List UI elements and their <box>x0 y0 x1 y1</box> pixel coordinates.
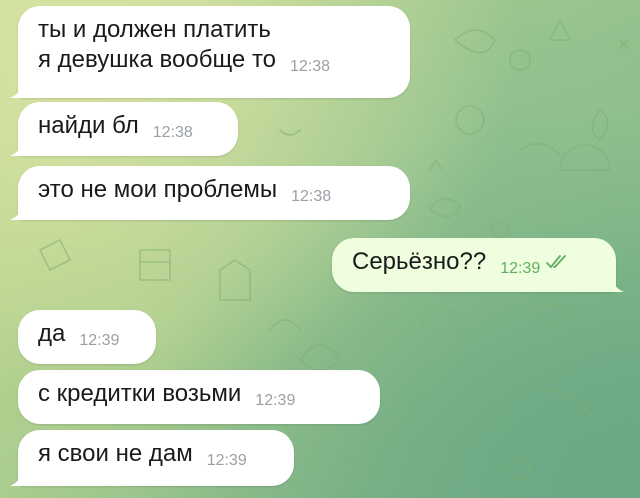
message-text: найди бл <box>38 112 139 139</box>
incoming-message[interactable]: найди бл 12:38 <box>10 102 238 156</box>
message-text: ты и должен платить я девушка вообще то <box>38 16 277 73</box>
message-time: 12:38 <box>290 58 331 75</box>
message-text: это не мои проблемы <box>38 176 278 203</box>
incoming-message[interactable]: ты и должен платить я девушка вообще то 1… <box>10 6 410 98</box>
message-text: я свои не дам <box>38 440 193 467</box>
incoming-message[interactable]: с кредитки возьми 12:39 <box>18 370 380 424</box>
incoming-message[interactable]: да 12:39 <box>18 310 156 364</box>
bubble-tail <box>10 140 24 156</box>
message-text: да <box>38 320 66 347</box>
message-time: 12:38 <box>291 188 332 205</box>
bubble-tail <box>10 204 24 220</box>
bubble-tail <box>10 82 24 98</box>
bubble-tail <box>10 470 24 486</box>
message-time: 12:39 <box>255 392 296 409</box>
bubble-tail <box>610 276 624 292</box>
message-text: Серьёзно?? <box>352 248 487 275</box>
double-check-icon <box>546 247 568 277</box>
message-time: 12:39 <box>500 260 541 277</box>
message-time: 12:39 <box>79 332 120 349</box>
message-time: 12:39 <box>206 452 247 469</box>
incoming-message[interactable]: это не мои проблемы 12:38 <box>10 166 410 220</box>
outgoing-message[interactable]: Серьёзно?? 12:39 <box>332 238 624 292</box>
incoming-message[interactable]: я свои не дам 12:39 <box>10 430 294 486</box>
message-time: 12:38 <box>152 124 193 141</box>
message-text: с кредитки возьми <box>38 380 242 407</box>
